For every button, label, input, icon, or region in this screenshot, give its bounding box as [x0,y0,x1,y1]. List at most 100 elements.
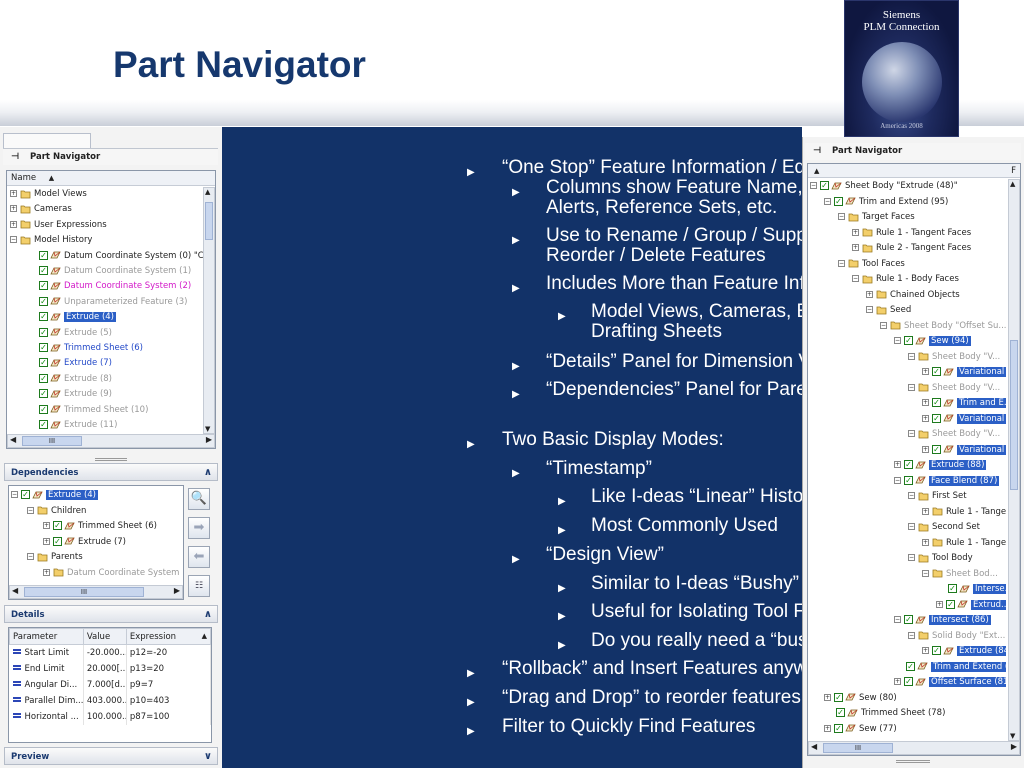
splitter-grip[interactable] [896,760,930,763]
visibility-checkbox[interactable]: ✓ [834,692,843,702]
tree-row-selected[interactable]: ✓ Extrude (4) [27,310,116,325]
expand-icon[interactable]: + [894,678,901,685]
visibility-checkbox[interactable]: ✓ [39,420,48,429]
tree-row[interactable]: ✓ Trimmed Sheet (78) [824,706,945,721]
details-row[interactable]: End Limit 20.000[... p13=20 [9,660,212,677]
scroll-left-icon[interactable]: ◀ [12,586,18,595]
expand-icon[interactable]: + [852,228,859,236]
visibility-checkbox[interactable]: ✓ [906,661,915,671]
collapse-icon[interactable]: − [894,337,901,344]
expand-icon[interactable]: + [824,724,831,732]
visibility-checkbox[interactable]: ✓ [932,413,941,423]
details-row[interactable]: Start Limit -20.000... p12=-20 [9,644,212,661]
tree-row[interactable]: − First Set [908,489,967,504]
tree-row[interactable]: + Cameras [10,202,72,217]
tree-row[interactable]: + Rule 1 - Tangent Faces [852,226,971,241]
expand-icon[interactable]: + [852,244,859,251]
visibility-checkbox[interactable]: ✓ [39,296,48,306]
scroll-right-icon[interactable]: ▶ [174,586,180,595]
tree-row[interactable]: ✓ Unparameterized Feature (3) [27,295,188,310]
pin-icon[interactable]: ⊣ [11,149,19,166]
details-column-header[interactable]: Expression ▲ [125,628,212,645]
visibility-checkbox[interactable]: ✓ [946,599,955,609]
tree-row[interactable]: − Sheet Body "Offset Su... [880,319,1006,334]
details-header[interactable]: Details ∧ [4,605,218,623]
visibility-checkbox[interactable]: ✓ [39,250,48,260]
collapse-icon[interactable]: − [10,236,17,244]
tree-row[interactable]: ✓ Extrude (11) [27,418,117,433]
collapse-icon[interactable]: − [27,506,34,514]
tree-row-selected[interactable]: ✓ Interse... [936,582,1006,597]
visibility-checkbox[interactable]: ✓ [39,312,48,322]
tree-row[interactable]: + Datum Coordinate System [43,566,179,581]
tree-row-selected[interactable]: − ✓ Extrude (4) [11,488,98,503]
collapse-icon[interactable]: − [852,275,859,282]
dependencies-hscroll-thumb[interactable]: III [24,587,144,597]
tree-row-selected[interactable]: + ✓ Extrud... [936,598,1006,613]
tree-row[interactable]: + Rule 2 - Tangent Faces [852,241,971,256]
magnifier-icon[interactable]: 🔍 [188,488,210,510]
splitter-grip[interactable] [95,458,127,461]
visibility-checkbox[interactable]: ✓ [39,266,48,275]
visibility-checkbox[interactable]: ✓ [904,460,913,469]
collapse-icon[interactable]: − [27,553,34,560]
tree-row[interactable]: ✓ Datum Coordinate System (1) [27,264,191,279]
expand-icon[interactable]: + [10,220,17,228]
left-tree-hscroll[interactable]: III ◀ ▶ [7,434,215,448]
tree-row[interactable]: + Rule 1 - Tangent ... [922,536,1006,551]
scroll-up-icon[interactable]: ▲ [1010,180,1015,188]
collapse-icon[interactable]: − [824,197,831,205]
visibility-checkbox[interactable]: ✓ [21,490,30,499]
visibility-checkbox[interactable]: ✓ [53,536,62,546]
collapse-icon[interactable]: − [908,492,915,499]
visibility-checkbox[interactable]: ✓ [834,723,843,733]
expand-icon[interactable]: + [866,290,873,298]
tree-row[interactable]: − ✓ Sheet Body "Extrude (48)" [810,179,958,194]
tree-row[interactable]: ✓ Extrude (5) [27,326,112,341]
tree-row[interactable]: + ✓ Sew (77) [824,722,897,737]
scroll-down-icon[interactable]: ▼ [1010,732,1015,740]
expand-icon[interactable]: + [43,522,50,529]
tree-row[interactable]: ✓ Datum Coordinate System (0) "CS1" [27,249,203,264]
scroll-left-icon[interactable]: ◀ [10,435,16,444]
tree-row[interactable]: ✓ Trimmed Sheet (10) [27,403,148,418]
tree-row-selected[interactable]: +✓ Variational ... [922,412,1006,427]
tree-row[interactable]: ✓ Trimmed Sheet (6) [27,341,143,356]
visibility-checkbox[interactable]: ✓ [39,373,48,383]
tree-row-selected[interactable]: +✓ Extrude (84) [922,644,1006,659]
visibility-checkbox[interactable]: ✓ [904,475,913,485]
expand-icon[interactable]: + [922,445,929,453]
visibility-checkbox[interactable]: ✓ [39,358,48,368]
expand-icon[interactable]: + [922,538,929,546]
tree-row-selected[interactable]: + ✓ Offset Surface (81) [894,675,1006,690]
expand-icon[interactable]: + [824,693,831,701]
right-tree-hscroll[interactable]: III ◀ ▶ [808,741,1020,755]
arrow-left-icon[interactable]: ⬅ [188,546,210,568]
visibility-checkbox[interactable]: ✓ [932,646,941,655]
visibility-checkbox[interactable]: ✓ [904,336,913,345]
expand-icon[interactable]: + [922,414,929,422]
tree-row-selected[interactable]: − ✓ Face Blend (87) [894,474,1000,489]
visibility-checkbox[interactable]: ✓ [39,389,48,399]
collapse-icon[interactable]: − [908,383,915,391]
dependencies-hscroll[interactable]: III ◀ ▶ [9,585,183,599]
left-tree-vscroll[interactable]: ▲ ▼ [203,187,215,434]
collapse-icon[interactable]: − [838,259,845,267]
tree-row-selected[interactable]: − ✓ Intersect (86) [894,613,991,628]
details-column-header[interactable]: Parameter [9,628,84,645]
expand-icon[interactable]: + [922,647,929,654]
tree-row[interactable]: − Seed [866,303,911,318]
tree-row[interactable]: + Rule 1 - Tangent ... [922,505,1006,520]
scroll-left-icon[interactable]: ◀ [811,742,817,751]
right-tree-column-header[interactable]: ▲ F [808,164,1020,178]
dependencies-header[interactable]: Dependencies ∧ [4,463,218,481]
collapse-icon[interactable]: − [894,616,901,623]
tree-row[interactable]: − Sheet Bod... [922,567,998,582]
expand-icon[interactable]: + [894,461,901,468]
tree-view-icon[interactable]: ☷ [188,575,210,597]
left-tree-vscroll-thumb[interactable] [205,202,213,240]
visibility-checkbox[interactable]: ✓ [904,677,913,686]
collapse-icon[interactable]: − [11,491,18,498]
details-row[interactable]: Horizontal ... 100.000... p87=100 [9,708,212,725]
visibility-checkbox[interactable]: ✓ [904,615,913,624]
